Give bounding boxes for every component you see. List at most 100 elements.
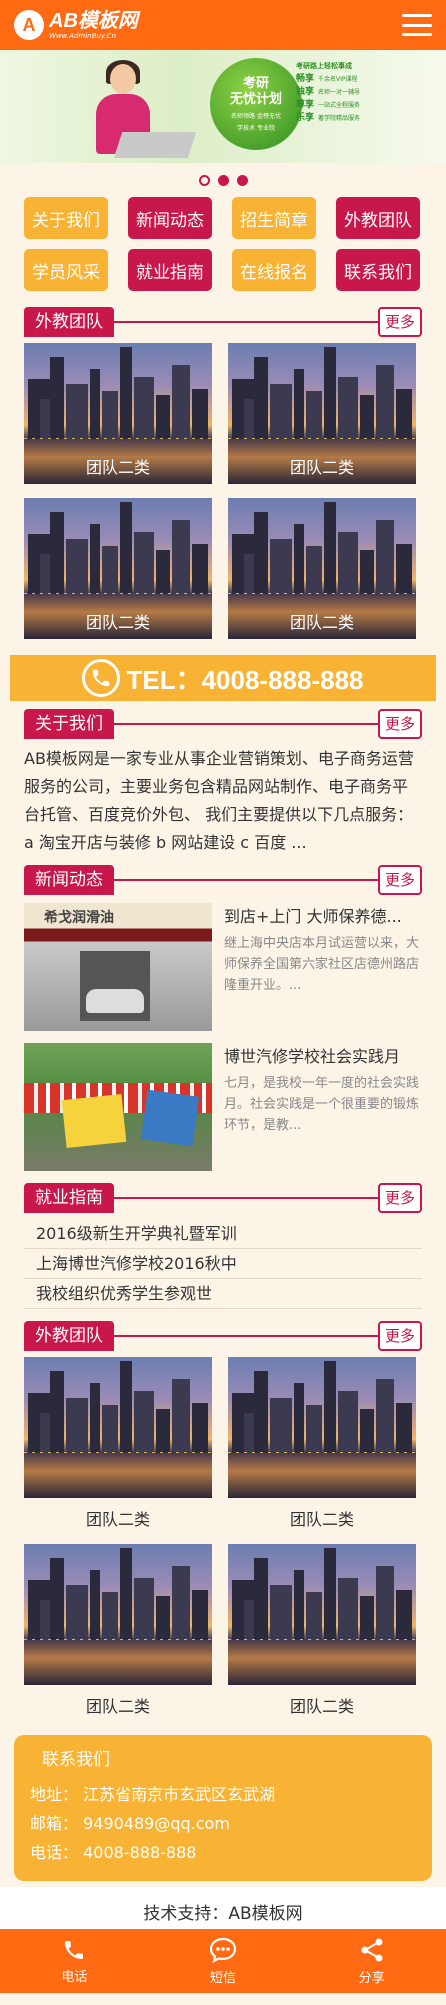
team-card-caption: 团队二类 [228,1506,416,1530]
news-image [24,1043,212,1171]
contact-phone[interactable]: 电话： 4008-888-888 [30,1838,416,1867]
bottom-bar: 电话 短信 分享 [0,1929,446,1993]
banner-features-title: 考研路上轻松事成 [296,60,360,73]
team-card-caption: 团队二类 [24,609,212,633]
building [270,1585,292,1640]
building [134,1391,154,1453]
footer-phone-button[interactable]: 电话 [0,1929,149,1993]
city-image [228,1357,416,1498]
list-item[interactable]: 2016级新生开学典礼暨军训 [24,1219,422,1249]
news-image: 希戈润滑油 [24,903,212,1031]
building [396,1590,412,1640]
more-button[interactable]: 更多 [378,709,422,739]
building [254,1558,268,1640]
team-card[interactable]: 团队二类 [24,343,212,484]
nav-about[interactable]: 关于我们 [24,197,108,239]
team-card-caption: 团队二类 [228,1693,416,1717]
carousel-dot[interactable] [218,175,229,186]
building [156,550,170,594]
more-button[interactable]: 更多 [378,1183,422,1213]
banner-feature: 独享名师一对一辅导 [296,86,360,99]
contact-email[interactable]: 邮箱： 9490489@qq.com [30,1809,416,1838]
building [90,1383,100,1453]
team-card[interactable]: 团队二类 [228,1544,416,1717]
footer-sms-button[interactable]: 短信 [149,1929,298,1993]
more-button[interactable]: 更多 [378,1321,422,1351]
team-card[interactable]: 团队二类 [228,343,416,484]
building [270,1398,292,1453]
tel-text: TEL：4008-888-888 [126,660,363,697]
header: A AB模板网 Www.AdminBuy.Cn [0,0,446,50]
building [396,544,412,594]
building [90,1570,100,1640]
building [172,1566,190,1640]
building [172,365,190,439]
news-item[interactable]: 博世汽修学校社会实践月 七月，是我校一年一度的社会实践月。社会实践是一个很重要的… [0,1043,446,1171]
team-card[interactable]: 团队二类 [24,1544,212,1717]
nav-news[interactable]: 新闻动态 [128,197,212,239]
footer-label: 短信 [210,1967,236,1986]
team-card[interactable]: 团队二类 [24,498,212,639]
news-image-sign: 希戈润滑油 [44,907,114,927]
nav-foreign-teachers[interactable]: 外教团队 [336,197,420,239]
building [102,1592,118,1640]
building [102,1405,118,1453]
building [134,1578,154,1640]
nav-admissions[interactable]: 招生简章 [232,197,316,239]
section-title: 外教团队 [24,307,114,337]
building [192,1403,208,1453]
list-item[interactable]: 上海博世汽修学校2016秋中 [24,1249,422,1279]
building [376,1566,394,1640]
list-item[interactable]: 我校组织优秀学生参观世 [24,1279,422,1309]
share-icon [359,1937,385,1963]
building [338,532,358,594]
banner-globe-title1: 考研 [243,76,269,92]
carousel-dot[interactable] [237,175,248,186]
building [120,347,132,439]
building [360,1409,374,1453]
more-button[interactable]: 更多 [378,307,422,337]
building [50,357,64,439]
footer-share-button[interactable]: 分享 [297,1929,446,1993]
phone-icon [62,1938,86,1962]
logo-text: AB模板网 Www.AdminBuy.Cn [49,11,138,40]
building [360,1596,374,1640]
phone-icon [82,659,120,697]
nav-student-showcase[interactable]: 学员风采 [24,249,108,291]
news-item[interactable]: 希戈润滑油 到店+上门 大师保养德... 继上海中央店本月试运营以来，大师保养全… [0,903,446,1031]
building [66,384,88,439]
nav-contact[interactable]: 联系我们 [336,249,420,291]
team-card[interactable]: 团队二类 [228,1357,416,1530]
building [396,1403,412,1453]
section-title: 新闻动态 [24,865,114,895]
contact-title: 联系我们 [30,1745,416,1770]
hamburger-menu-icon[interactable] [402,14,432,36]
carousel-dot[interactable] [199,175,210,186]
banner-feature: 畅享千余名VIP课程 [296,73,360,86]
building [294,369,304,439]
city-image: 团队二类 [228,343,416,484]
nav-grid: 关于我们 新闻动态 招生简章 外教团队 学员风采 就业指南 在线报名 联系我们 [0,197,446,301]
section-divider [114,723,378,725]
team-card[interactable]: 团队二类 [228,498,416,639]
team-card[interactable]: 团队二类 [24,1357,212,1530]
building [396,389,412,439]
nav-online-signup[interactable]: 在线报名 [232,249,316,291]
tel-banner[interactable]: TEL：4008-888-888 [10,655,436,701]
building [102,546,118,594]
city-image [228,1544,416,1685]
building [294,524,304,594]
building [338,1391,358,1453]
nav-career-guide[interactable]: 就业指南 [128,249,212,291]
banner-globe: 考研 无忧计划 名师领路 金榜无忧 学技术 专业院 [210,58,302,150]
section-divider [114,879,378,881]
section-header-guide: 就业指南 更多 [0,1183,446,1213]
logo[interactable]: A AB模板网 Www.AdminBuy.Cn [14,10,138,40]
news-title: 博世汽修学校社会实践月 [224,1043,422,1067]
building [254,357,268,439]
banner[interactable]: 考研 无忧计划 名师领路 金榜无忧 学技术 专业院 考研路上轻松事成 畅享千余名… [0,50,446,163]
message-icon [209,1937,237,1963]
building [254,512,268,594]
more-button[interactable]: 更多 [378,865,422,895]
building [294,1570,304,1640]
